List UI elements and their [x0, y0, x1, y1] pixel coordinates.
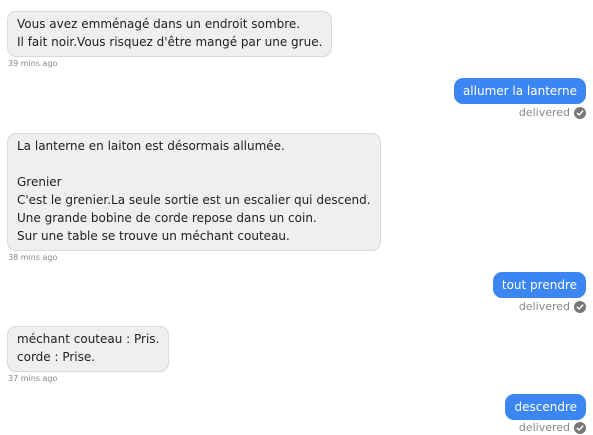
message-line: corde : Prise.	[17, 350, 96, 364]
chat-transcript: Vous avez emménagé dans un endroit sombr…	[0, 0, 593, 435]
outgoing-message: allumer la lanterne	[453, 78, 586, 104]
outgoing-message: tout prendre	[492, 272, 586, 298]
check-circle-icon	[574, 107, 586, 119]
message-line: La lanterne en laiton est désormais allu…	[17, 139, 285, 153]
check-circle-icon	[574, 301, 586, 313]
message-line: Il fait noir.Vous risquez d'être mangé p…	[17, 35, 323, 49]
incoming-message: La lanterne en laiton est désormais allu…	[7, 133, 381, 251]
delivery-status: delivered	[519, 106, 586, 120]
delivery-status-label: delivered	[518, 106, 570, 119]
delivery-status: delivered	[519, 300, 586, 314]
message-timestamp: 37 mins ago	[8, 374, 58, 383]
incoming-message: Vous avez emménagé dans un endroit sombr…	[7, 11, 333, 57]
message-line: méchant couteau : Pris.	[17, 332, 160, 346]
check-circle-icon	[574, 422, 586, 434]
message-timestamp: 38 mins ago	[8, 253, 58, 262]
delivery-status: delivered	[519, 421, 586, 435]
message-line: Sur une table se trouve un méchant coute…	[17, 229, 290, 243]
outgoing-message: descendre	[505, 394, 586, 420]
message-line: Vous avez emménagé dans un endroit sombr…	[17, 17, 301, 31]
message-line: C'est le grenier.La seule sortie est un …	[17, 193, 371, 207]
message-line: Grenier	[17, 175, 62, 189]
delivery-status-label: delivered	[518, 300, 570, 313]
message-line: Une grande bobine de corde repose dans u…	[17, 211, 317, 225]
incoming-message: méchant couteau : Pris. corde : Prise.	[7, 326, 170, 372]
message-timestamp: 39 mins ago	[8, 59, 58, 68]
delivery-status-label: delivered	[518, 421, 570, 434]
